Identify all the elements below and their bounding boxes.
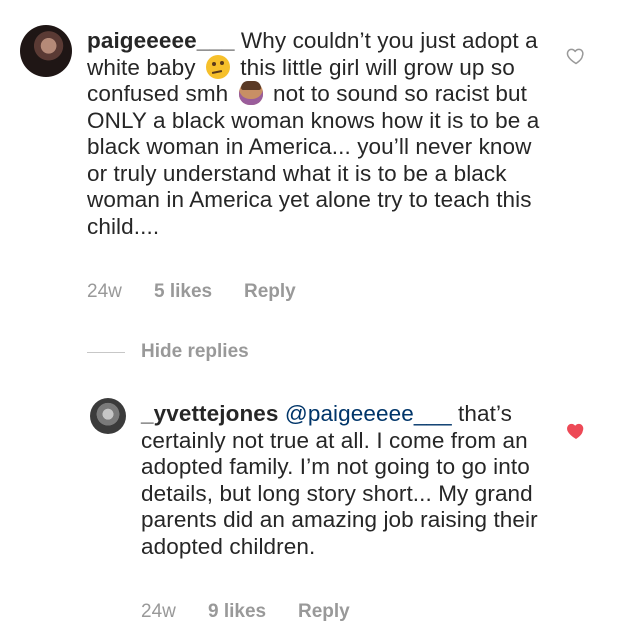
thinking-face-icon	[205, 54, 230, 79]
facepalm-icon	[238, 81, 263, 105]
hide-replies-button[interactable]: Hide replies	[141, 341, 249, 363]
comment-text: paigeeeee___ Why couldn’t you just adopt…	[87, 28, 547, 240]
reply-meta: 24w 9 likes Reply	[141, 601, 350, 623]
username[interactable]: _yvettejones	[141, 401, 279, 426]
mention-link[interactable]: @paigeeeee___	[285, 401, 452, 426]
timestamp: 24w	[141, 601, 176, 622]
avatar[interactable]	[90, 398, 126, 434]
reply-text: _yvettejones @paigeeeee___ that’s certai…	[141, 401, 561, 560]
likes-count[interactable]: 9 likes	[208, 601, 298, 623]
comment-meta: 24w 5 likes Reply	[87, 281, 296, 303]
divider	[87, 352, 125, 353]
reply-button[interactable]: Reply	[298, 601, 350, 623]
username[interactable]: paigeeeee___	[87, 28, 235, 53]
likes-count[interactable]: 5 likes	[154, 281, 244, 303]
reply-button[interactable]: Reply	[244, 281, 296, 303]
heart-outline-icon[interactable]	[566, 46, 586, 66]
timestamp: 24w	[87, 281, 122, 302]
heart-filled-icon[interactable]	[566, 421, 586, 441]
avatar[interactable]	[20, 25, 72, 77]
